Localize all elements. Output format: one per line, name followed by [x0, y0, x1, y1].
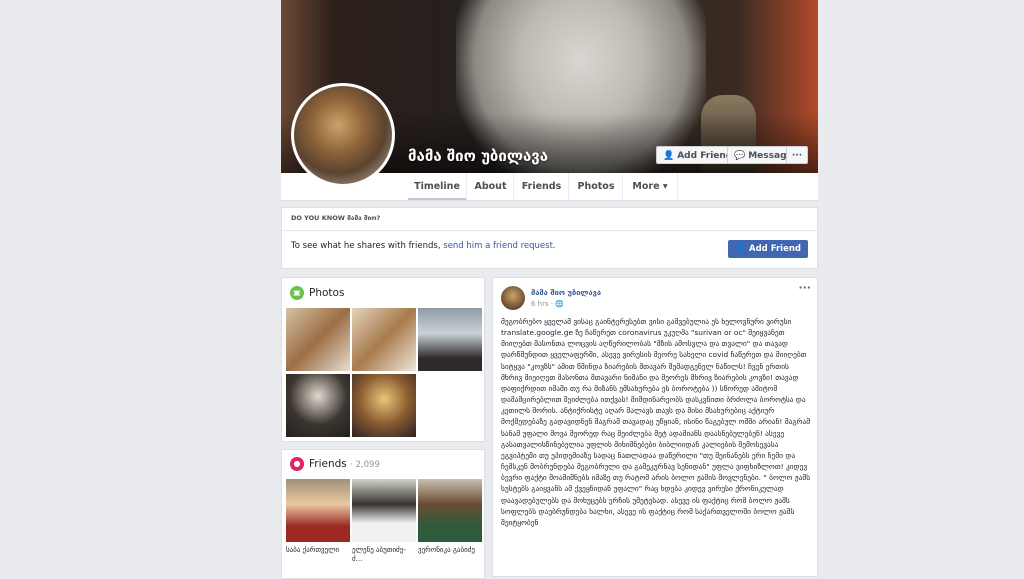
post-time-text[interactable]: 6 hrs · — [531, 300, 555, 308]
photo-thumbnail[interactable] — [418, 308, 482, 371]
tab-photos[interactable]: Photos — [568, 173, 623, 200]
photo-thumbnail[interactable] — [352, 374, 416, 437]
add-friend-icon: 👤 — [663, 151, 675, 161]
friend-name[interactable]: საბა ქართველი — [286, 546, 350, 555]
add-friend-icon: 👤 — [735, 244, 750, 254]
post-author-name[interactable]: მამა შიო უბილავა — [531, 288, 601, 297]
timeline-post: მამა შიო უბილავა 6 hrs · 🌐 ··· მეგობრებო… — [492, 277, 818, 577]
post-options-button[interactable]: ··· — [798, 281, 811, 294]
add-friend-label: Add Friend — [749, 244, 801, 254]
post-timestamp: 6 hrs · 🌐 — [531, 300, 564, 308]
friends-count: · 2,099 — [350, 460, 380, 470]
profile-name[interactable]: მამა შიო უბილავა — [408, 147, 548, 165]
messenger-icon: 💬 — [734, 151, 746, 161]
friend-name[interactable]: ვერონიკა გაბიძე — [418, 546, 482, 555]
globe-icon: 🌐 — [555, 300, 565, 308]
tab-about[interactable]: About — [466, 173, 514, 200]
post-text: მეგობრებო ყველამ ვისაც გაინტერესებთ ვისი… — [501, 317, 811, 527]
do-you-know-text: To see what he shares with friends, send… — [291, 241, 556, 251]
friends-title[interactable]: Friends — [309, 458, 347, 470]
photos-icon: ▣ — [290, 286, 304, 300]
profile-picture[interactable] — [291, 83, 395, 187]
do-you-know-message: To see what he shares with friends, — [291, 241, 444, 251]
friends-card: ● Friends · 2,099 საბა ქართველი ელენე აბ… — [281, 449, 485, 579]
divider — [282, 230, 817, 231]
friend-photo[interactable] — [286, 479, 350, 542]
send-friend-request-link[interactable]: send him a friend request. — [443, 241, 555, 251]
add-friend-label: Add Friend — [677, 151, 733, 161]
do-you-know-heading: DO YOU KNOW მამა შიო? — [291, 214, 381, 222]
photo-thumbnail[interactable] — [286, 308, 350, 371]
photo-thumbnail[interactable] — [352, 308, 416, 371]
friends-icon: ● — [290, 457, 304, 471]
photos-title[interactable]: Photos — [309, 287, 344, 299]
more-options-button[interactable]: ··· — [786, 146, 808, 164]
friends-title-row: Friends · 2,099 — [309, 458, 380, 470]
tab-timeline[interactable]: Timeline — [408, 173, 466, 200]
tab-friends[interactable]: Friends — [513, 173, 569, 200]
photo-thumbnail[interactable] — [286, 374, 350, 437]
photos-card: ▣ Photos — [281, 277, 485, 442]
friend-photo[interactable] — [352, 479, 416, 542]
add-friend-button-secondary[interactable]: 👤 Add Friend — [728, 240, 808, 258]
post-author-avatar[interactable] — [501, 286, 525, 310]
do-you-know-box: DO YOU KNOW მამა შიო? To see what he sha… — [281, 207, 818, 269]
friend-photo[interactable] — [418, 479, 482, 542]
tab-more[interactable]: More ▾ — [622, 173, 678, 200]
friend-name[interactable]: ელენე აბუთიძე-ძ... — [352, 546, 416, 564]
